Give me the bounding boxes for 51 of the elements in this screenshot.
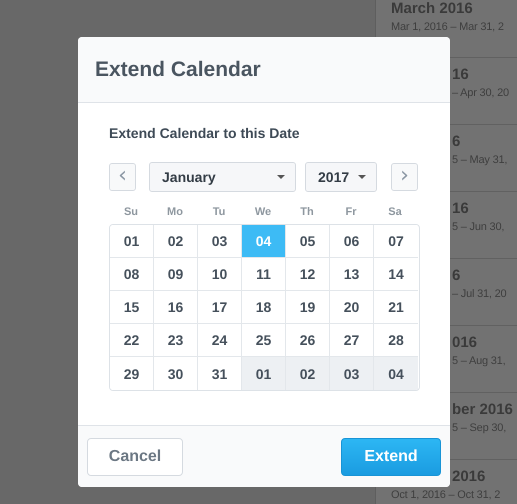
calendar-day[interactable]: 08 xyxy=(110,258,154,291)
calendar-day[interactable]: 29 xyxy=(110,357,154,390)
weekday-label: We xyxy=(254,206,272,218)
weekday-label: Tu xyxy=(212,206,226,218)
calendar-day[interactable]: 22 xyxy=(110,324,154,357)
calendar-day[interactable]: 03 xyxy=(330,357,374,390)
calendar-day[interactable]: 01 xyxy=(110,225,154,258)
calendar-day[interactable]: 18 xyxy=(242,291,286,324)
calendar-day[interactable]: 06 xyxy=(330,225,374,258)
year-dropdown[interactable]: 2017 xyxy=(305,162,377,192)
caret-icon xyxy=(277,175,285,179)
calendar-day[interactable]: 20 xyxy=(330,291,374,324)
calendar-day[interactable]: 03 xyxy=(198,225,242,258)
calendar-day[interactable]: 12 xyxy=(286,258,330,291)
dialog-title: Extend Calendar xyxy=(95,58,261,82)
calendar-day[interactable]: 16 xyxy=(154,291,198,324)
calendar-day[interactable]: 05 xyxy=(286,225,330,258)
calendar-day[interactable]: 11 xyxy=(242,258,286,291)
field-label: Extend Calendar to this Date xyxy=(109,125,300,141)
calendar-day[interactable]: 02 xyxy=(154,225,198,258)
calendar-day[interactable]: 02 xyxy=(286,357,330,390)
calendar-day[interactable]: 19 xyxy=(286,291,330,324)
calendar-day[interactable]: 15 xyxy=(110,291,154,324)
calendar-title: ber 2016 xyxy=(452,401,513,418)
caret-icon xyxy=(358,175,366,179)
calendar-day[interactable]: 25 xyxy=(242,324,286,357)
calendar-day[interactable]: 10 xyxy=(198,258,242,291)
calendar-day[interactable]: 24 xyxy=(198,324,242,357)
calendar-day[interactable]: 04 xyxy=(374,357,418,390)
calendar-title: 16 xyxy=(452,66,469,83)
weekday-label: Sa xyxy=(388,206,402,218)
calendar-title: 016 xyxy=(452,334,478,351)
calendar-day[interactable]: 01 xyxy=(242,357,286,390)
calendar-title: 16 xyxy=(452,200,469,217)
month-dropdown[interactable]: January xyxy=(149,162,296,192)
weekday-label: Su xyxy=(124,206,138,218)
calendar-day[interactable]: 23 xyxy=(154,324,198,357)
calendar-day[interactable]: 17 xyxy=(198,291,242,324)
calendar-day[interactable]: 07 xyxy=(374,225,418,258)
calendar-day[interactable]: 13 xyxy=(330,258,374,291)
calendar-day[interactable]: 27 xyxy=(330,324,374,357)
calendar-day[interactable]: 26 xyxy=(286,324,330,357)
calendar-title: 6 xyxy=(452,133,460,150)
calendar-title: 6 xyxy=(452,267,460,284)
cancel-button[interactable]: Cancel xyxy=(87,438,183,476)
weekday-label: Th xyxy=(300,206,314,218)
calendar-title: March 2016 xyxy=(391,0,473,17)
weekday-label: Mo xyxy=(167,206,183,218)
calendar-day[interactable]: 09 xyxy=(154,258,198,291)
weekday-label: Fr xyxy=(346,206,356,218)
calendar-title: 2016 xyxy=(452,468,486,485)
